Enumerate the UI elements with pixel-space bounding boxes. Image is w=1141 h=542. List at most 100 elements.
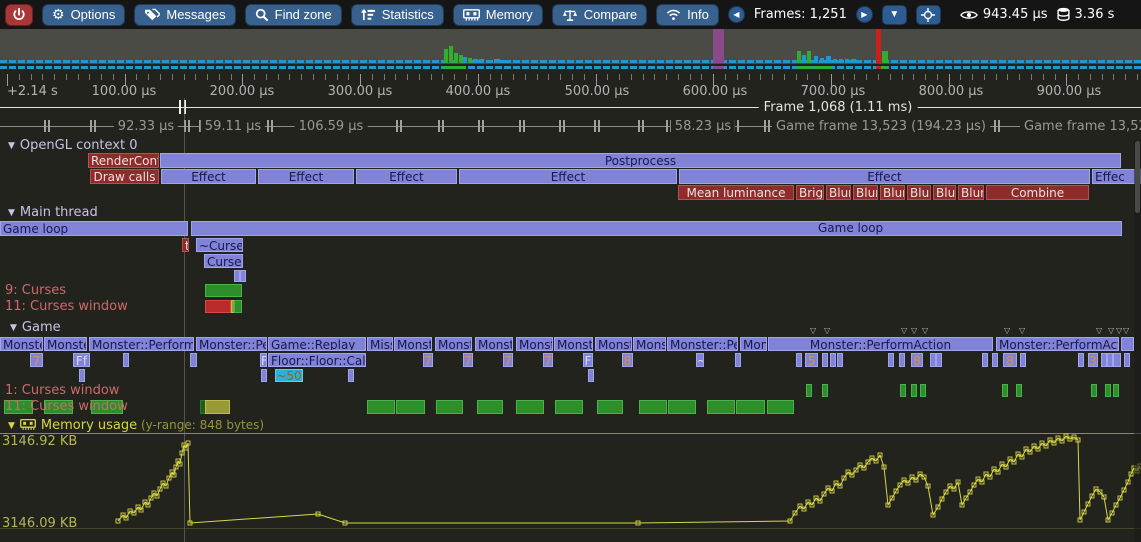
curses-window-1-row-zone[interactable]	[920, 384, 926, 397]
gl-zone-row-2-zone[interactable]: Draw calls	[90, 169, 159, 184]
game-zone-row-3-zone[interactable]: ~50	[275, 369, 303, 382]
curses-window-11-row-zone[interactable]	[639, 400, 667, 414]
info-button[interactable]: Info	[656, 4, 719, 26]
collapse-triangle-icon[interactable]: ▼	[8, 141, 15, 151]
next-frame-button[interactable]: ▶	[856, 6, 873, 23]
gl-zone-row-3-zone[interactable]: Brigh	[796, 185, 824, 200]
game-zone-row-2-zone[interactable]: 8	[1003, 353, 1017, 367]
frame-strip-bar[interactable]	[820, 58, 824, 63]
frame-separator-label[interactable]: 59.11 µs	[201, 119, 265, 134]
gl-zone-row-2-zone[interactable]: Effect	[258, 169, 354, 184]
gl-zone-row-2-zone[interactable]: Effect	[161, 169, 256, 184]
collapse-triangle-icon[interactable]: ▼	[8, 421, 15, 431]
game-zone-row-1-zone[interactable]	[1121, 337, 1134, 351]
game-zone-row-1-zone[interactable]: Monst	[394, 337, 432, 351]
game-zone-row-3-zone[interactable]	[261, 369, 267, 382]
lock-11-curses-window-row-label[interactable]: 11: Curses window	[5, 299, 128, 314]
gl-zone-row-2-zone[interactable]: Effect	[356, 169, 457, 184]
power-button[interactable]	[5, 4, 33, 26]
frame-strip-bar[interactable]	[807, 51, 811, 63]
game-zone-row-1-zone[interactable]: Missed	[367, 337, 393, 351]
game-zone-row-2-zone[interactable]	[1078, 353, 1084, 367]
collapse-triangle-icon[interactable]: ▼	[8, 208, 15, 218]
game-zone-row-1-zone[interactable]: Monste	[595, 337, 632, 351]
main-thread-row-4-zone[interactable]	[240, 270, 246, 282]
frame-strip-bar[interactable]	[839, 59, 843, 63]
opengl-context-header[interactable]: ▼OpenGL context 0	[8, 138, 138, 153]
frame-set-dropdown-button[interactable]: ▼	[882, 5, 907, 25]
game-zone-row-1-zone[interactable]: Monster::PerformAction	[768, 337, 993, 351]
game-zone-row-1-zone[interactable]: Mons	[633, 337, 666, 351]
frame-strip-bar[interactable]	[479, 59, 484, 63]
curses-window-11-row-zone[interactable]	[668, 400, 696, 414]
game-zone-row-2-zone[interactable]	[190, 353, 197, 367]
curses-window-11-row-zone[interactable]	[477, 400, 503, 414]
curses-window-11-row-zone[interactable]	[516, 400, 544, 414]
frame-strip-bar[interactable]	[444, 49, 448, 63]
gl-zone-row-3-zone[interactable]: Blur	[826, 185, 851, 200]
curses-window-1-row-zone[interactable]	[1091, 384, 1097, 397]
game-zone-row-2-zone[interactable]	[899, 353, 905, 367]
gl-zone-row-3-zone[interactable]: Blur	[853, 185, 878, 200]
frame-strip-bar[interactable]	[833, 59, 837, 63]
gl-zone-row-3-zone[interactable]: Blur	[880, 185, 905, 200]
collapsed-zone-marker-icon[interactable]: ▽	[901, 326, 907, 335]
gl-zone-row-2-zone[interactable]: Effect	[459, 169, 677, 184]
collapsed-zone-marker-icon[interactable]: ▽	[1096, 326, 1102, 335]
main-thread-header[interactable]: ▼Main thread	[8, 205, 98, 220]
collapsed-zone-marker-icon[interactable]: ▽	[810, 326, 816, 335]
lock-9-curses-row-zone[interactable]	[205, 284, 242, 297]
game-zone-row-1-zone[interactable]: Game::Replay	[268, 337, 366, 351]
lock-9-curses-row-label[interactable]: 9: Curses	[5, 283, 66, 298]
gl-zone-row-3-zone[interactable]: Blur	[907, 185, 931, 200]
gl-zone-row-3-zone[interactable]: Mean luminance	[678, 185, 794, 200]
current-frame-label[interactable]: Frame 1,068 (1.11 ms)	[759, 100, 918, 115]
gl-zone-row-3-zone[interactable]: Combine	[986, 185, 1089, 200]
game-zone-row-1-zone[interactable]: Monst	[516, 337, 553, 351]
frame-strip-bar[interactable]	[876, 29, 881, 63]
gl-zone-row-2-zone[interactable]: Effect	[679, 169, 1090, 184]
game-zone-row-2-zone[interactable]: 7	[423, 353, 433, 367]
main-thread-row-1-zone[interactable]: Game loop	[0, 221, 188, 236]
frame-strip-bar[interactable]	[713, 29, 724, 63]
game-zone-row-3-zone[interactable]	[79, 369, 85, 382]
game-zone-row-3-zone[interactable]	[348, 369, 354, 382]
frame-strip-bar[interactable]	[494, 59, 500, 63]
collapsed-zone-marker-icon[interactable]: ▽	[1108, 326, 1114, 335]
game-zone-row-1-zone[interactable]: Mons	[740, 337, 767, 351]
gl-zone-row-1-zone[interactable]: RenderCont	[88, 153, 159, 168]
frame-separator-label[interactable]: 92.33 µs	[114, 119, 178, 134]
game-zone-row-2-zone[interactable]: Floor::Floor::Calc	[268, 353, 366, 367]
frame-separator-label[interactable]: Game frame 13,523 (194.23 µs)	[772, 119, 990, 134]
game-zone-row-1-zone[interactable]: Monste	[44, 337, 87, 351]
game-zone-row-1-zone[interactable]: Monst	[435, 337, 472, 351]
collapsed-zone-marker-icon[interactable]: ▽	[911, 326, 917, 335]
curses-window-11-row-zone[interactable]	[767, 400, 794, 414]
curses-window-11-row-zone[interactable]	[396, 400, 425, 414]
game-zone-row-2-zone[interactable]	[123, 353, 129, 367]
frame-strip-bar[interactable]	[502, 60, 508, 63]
game-zone-row-1-zone[interactable]: Monster::Pe	[196, 337, 267, 351]
game-zone-row-2-zone[interactable]	[1113, 353, 1121, 367]
game-zone-row-2-zone[interactable]: 5	[805, 353, 818, 367]
game-zone-row-2-zone[interactable]: 7	[503, 353, 513, 367]
collapsed-zone-marker-icon[interactable]: ▽	[824, 326, 830, 335]
frame-strip-bar[interactable]	[802, 55, 806, 63]
collapsed-zone-marker-icon[interactable]: ▽	[1123, 326, 1129, 335]
frame-strip-bar[interactable]	[851, 59, 856, 63]
curses-window-1-row-zone[interactable]	[1002, 384, 1008, 397]
frame-strip-bar[interactable]	[473, 59, 478, 63]
curses-window-1-row-label[interactable]: 1: Curses window	[5, 383, 119, 398]
curses-window-11-row-zone[interactable]	[436, 400, 463, 414]
curses-window-1-row-zone[interactable]	[911, 384, 917, 397]
scrollbar-handle[interactable]	[1135, 141, 1140, 213]
gl-zone-row-3-zone[interactable]: Blur	[958, 185, 984, 200]
main-thread-row-2-zone[interactable]: ~Curses	[196, 238, 243, 252]
curses-window-1-row-zone[interactable]	[900, 384, 906, 397]
game-zone-row-1-zone[interactable]: Monste	[554, 337, 593, 351]
curses-window-11-row-zone[interactable]	[555, 400, 583, 414]
game-zone-row-2-zone[interactable]	[888, 353, 894, 367]
game-zone-row-2-zone[interactable]: F	[583, 353, 593, 367]
frame-strip-bar[interactable]	[486, 60, 492, 63]
curses-window-11-row-zone[interactable]	[736, 400, 765, 414]
